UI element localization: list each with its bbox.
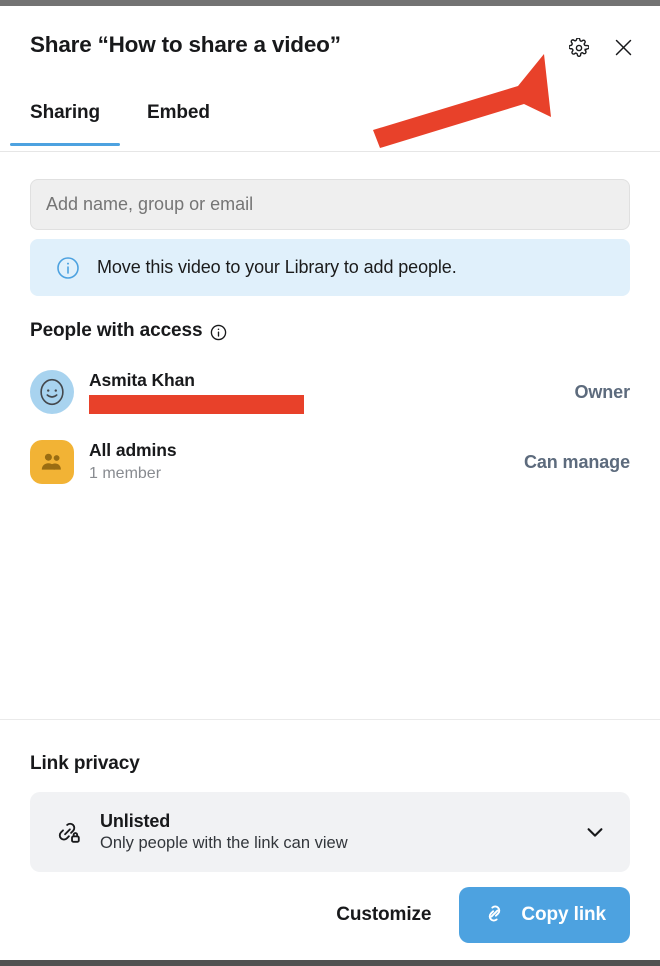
info-circle-icon[interactable] xyxy=(210,324,227,341)
window-bottom-chrome xyxy=(0,960,660,966)
share-recipients-input[interactable] xyxy=(30,179,630,230)
person-member-count: 1 member xyxy=(89,463,524,484)
dialog-header: Share “How to share a video” xyxy=(0,6,660,74)
person-name: All admins xyxy=(89,440,524,461)
copy-link-label: Copy link xyxy=(521,904,606,926)
tab-sharing[interactable]: Sharing xyxy=(30,102,100,145)
share-dialog: Share “How to share a video” xyxy=(0,6,660,960)
table-row[interactable]: Asmita Khan Owner xyxy=(0,357,660,427)
dialog-body: Move this video to your Library to add p… xyxy=(0,152,660,719)
redacted-email-bar xyxy=(89,395,304,414)
people-with-access-list: Asmita Khan Owner All admins xyxy=(0,357,660,497)
person-info: All admins 1 member xyxy=(89,440,524,484)
tab-embed[interactable]: Embed xyxy=(147,102,210,145)
table-row[interactable]: All admins 1 member Can manage xyxy=(0,427,660,497)
people-with-access-label: People with access xyxy=(30,320,202,342)
copy-link-button[interactable]: Copy link xyxy=(459,887,630,943)
chevron-down-icon[interactable] xyxy=(582,819,608,845)
person-role[interactable]: Owner xyxy=(574,382,630,403)
people-with-access-heading: People with access xyxy=(30,320,227,342)
footer-actions: Customize Copy link xyxy=(332,887,630,943)
person-info: Asmita Khan xyxy=(89,370,574,414)
dialog-footer: Link privacy Unlisted Only people with t… xyxy=(0,719,660,960)
link-lock-icon xyxy=(54,817,84,847)
person-role[interactable]: Can manage xyxy=(524,452,630,473)
header-actions xyxy=(566,36,636,62)
close-icon xyxy=(613,37,634,61)
link-privacy-text: Unlisted Only people with the link can v… xyxy=(100,810,582,854)
banner-text: Move this video to your Library to add p… xyxy=(97,257,457,278)
settings-button[interactable] xyxy=(566,36,592,62)
link-privacy-heading: Link privacy xyxy=(30,753,140,775)
customize-button[interactable]: Customize xyxy=(332,896,435,934)
gear-icon xyxy=(569,38,589,61)
person-face-avatar xyxy=(30,370,74,414)
tab-bar: Sharing Embed xyxy=(0,74,660,152)
close-button[interactable] xyxy=(610,36,636,62)
person-name: Asmita Khan xyxy=(89,370,574,391)
move-to-library-banner: Move this video to your Library to add p… xyxy=(30,239,630,296)
link-icon xyxy=(481,900,508,930)
link-privacy-label: Unlisted xyxy=(100,810,582,832)
link-privacy-description: Only people with the link can view xyxy=(100,833,582,854)
link-privacy-selector[interactable]: Unlisted Only people with the link can v… xyxy=(30,792,630,872)
page-title: Share “How to share a video” xyxy=(30,32,341,58)
info-circle-icon xyxy=(56,256,80,280)
group-people-avatar xyxy=(30,440,74,484)
